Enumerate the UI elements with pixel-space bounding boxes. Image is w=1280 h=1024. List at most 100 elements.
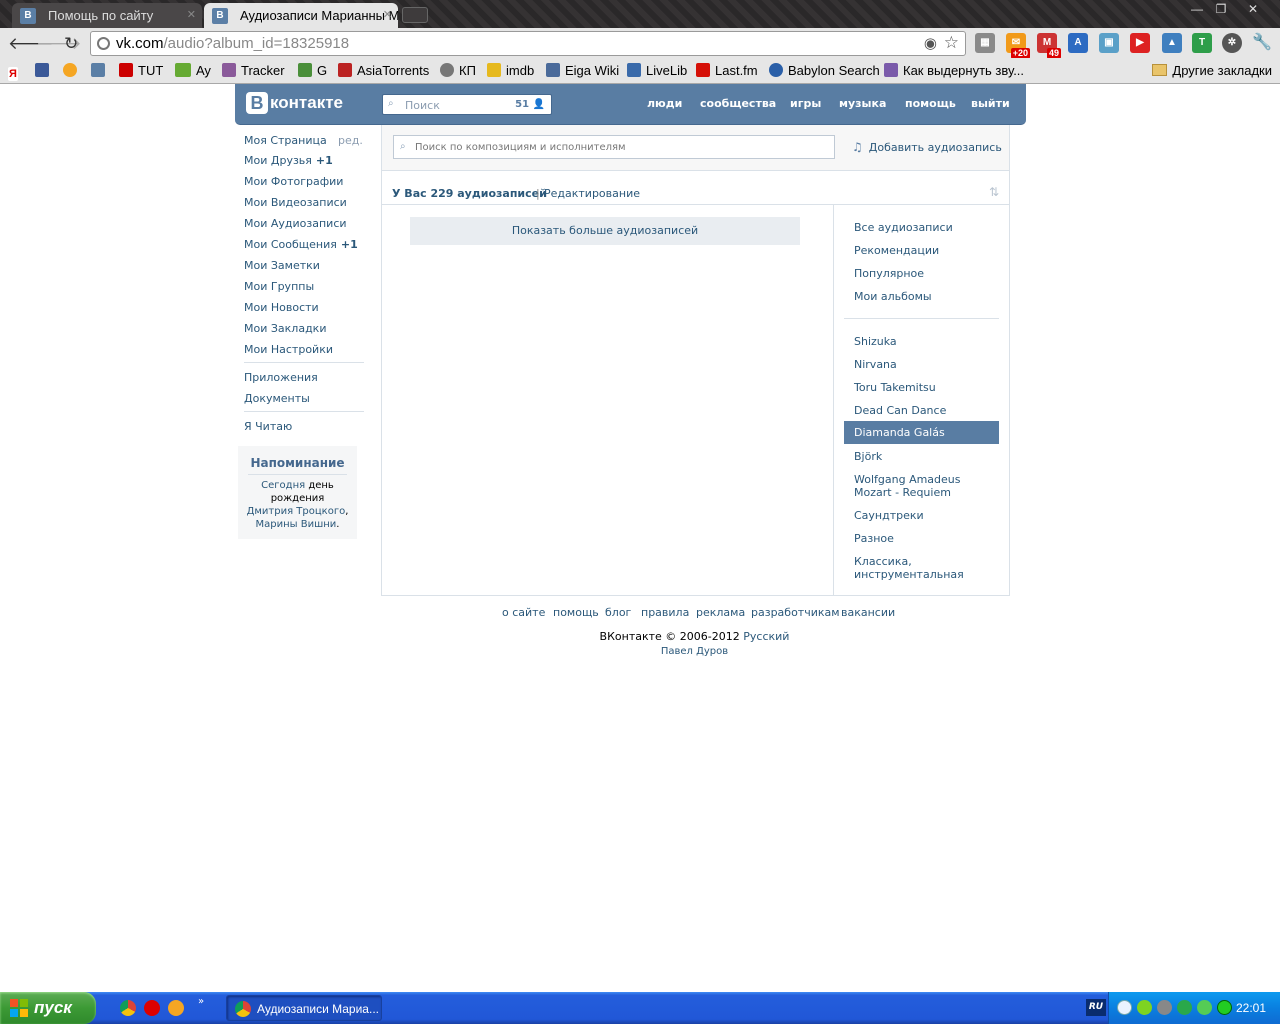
show-more-button[interactable]: Показать больше аудиозаписей	[410, 217, 800, 245]
utorrent-icon[interactable]	[1197, 1000, 1212, 1015]
bookmark-vk[interactable]	[91, 63, 110, 78]
menu-my-videos[interactable]: Мои Видеозаписи	[244, 196, 347, 209]
bookmark-babylon[interactable]: Babylon Search	[769, 63, 880, 78]
reminder-friend-link-2[interactable]: Марины Вишни	[256, 519, 337, 530]
bookmark-g[interactable]: G	[298, 63, 327, 78]
start-button[interactable]: пуск	[0, 992, 96, 1024]
opera-icon[interactable]	[144, 1000, 160, 1016]
mail-agent-icon[interactable]	[168, 1000, 184, 1016]
chevron-more-icon[interactable]: »	[198, 996, 204, 1007]
footer-developers[interactable]: разработчикам	[751, 606, 840, 619]
footer-jobs[interactable]: вакансии	[841, 606, 895, 619]
nav-communities[interactable]: сообщества	[700, 97, 776, 110]
bookmark-tracker[interactable]: Tracker	[222, 63, 285, 78]
nav-games[interactable]: игры	[790, 97, 821, 110]
vk-logo[interactable]: Вконтакте	[246, 92, 343, 114]
mail-extension-icon[interactable]: ✉ +20	[1006, 33, 1030, 59]
section-recommendations[interactable]: Рекомендации	[854, 244, 939, 257]
footer-about[interactable]: о сайте	[502, 606, 545, 619]
bookmark-lastfm[interactable]: Last.fm	[696, 63, 758, 78]
album-item[interactable]: Wolfgang Amadeus Mozart - Requiem	[854, 473, 999, 499]
other-bookmarks[interactable]: Другие закладки	[1152, 63, 1272, 78]
youtube-extension-icon[interactable]: ▶	[1130, 33, 1150, 53]
vk-search-input[interactable]: ⌕ Поиск 51 👤	[382, 94, 552, 115]
bookmark-asiatorrents[interactable]: AsiaTorrents	[338, 63, 429, 78]
browser-tab-audio[interactable]: В Аудиозаписи Марианны М ✕	[204, 3, 398, 28]
nav-logout[interactable]: выйти	[971, 97, 1010, 110]
author-link[interactable]: Павел Дуров	[0, 646, 1280, 657]
add-audio-button[interactable]: ♫ Добавить аудиозапись	[852, 140, 1002, 154]
album-item-selected[interactable]: Diamanda Galás	[844, 421, 999, 444]
status-icon[interactable]	[1217, 1000, 1232, 1015]
album-item[interactable]: Björk	[854, 450, 882, 463]
menu-my-photos[interactable]: Мои Фотографии	[244, 175, 343, 188]
album-item[interactable]: Классика, инструментальная	[854, 555, 974, 581]
album-item[interactable]: Dead Can Dance	[854, 404, 946, 417]
menu-documents[interactable]: Документы	[244, 392, 310, 405]
footer-help[interactable]: помощь	[553, 606, 599, 619]
lightbulb-icon[interactable]: ◉	[924, 34, 937, 52]
section-popular[interactable]: Популярное	[854, 267, 924, 280]
album-item[interactable]: Саундтреки	[854, 509, 924, 522]
section-all-audio[interactable]: Все аудиозаписи	[854, 221, 953, 234]
album-item[interactable]: Shizuka	[854, 335, 897, 348]
bookmark-ay[interactable]: Ay	[175, 63, 211, 78]
menu-apps[interactable]: Приложения	[244, 371, 318, 384]
network-icon[interactable]	[1177, 1000, 1192, 1015]
speaker-icon[interactable]	[1157, 1000, 1172, 1015]
menu-reading[interactable]: Я Читаю	[244, 420, 292, 433]
translate-extension-icon[interactable]: A	[1068, 33, 1088, 53]
nav-music[interactable]: музыка	[839, 97, 886, 110]
section-my-albums[interactable]: Мои альбомы	[854, 290, 932, 303]
bookmark-imdb[interactable]: imdb	[487, 63, 534, 78]
gmail-extension-icon[interactable]: M 49	[1037, 33, 1061, 59]
bookmark-tut[interactable]: TUT	[119, 63, 163, 78]
sort-arrows-icon[interactable]: ⇅	[989, 185, 999, 199]
edit-audio-link[interactable]: Редактирование	[544, 187, 640, 200]
icq-icon[interactable]	[1137, 1000, 1152, 1015]
footer-rules[interactable]: правила	[641, 606, 689, 619]
bookmark-mailru[interactable]	[63, 63, 82, 78]
footer-blog[interactable]: блог	[605, 606, 631, 619]
reminder-friend-link-1[interactable]: Дмитрия Троцкого	[247, 506, 346, 517]
nav-people[interactable]: люди	[647, 97, 682, 110]
film-reel-extension-icon[interactable]: ✲	[1222, 33, 1242, 53]
menu-my-groups[interactable]: Мои Группы	[244, 280, 314, 293]
new-tab-button[interactable]	[402, 7, 428, 23]
bookmark-facebook[interactable]	[35, 63, 54, 78]
reload-icon[interactable]: ↻	[64, 34, 78, 54]
language-link[interactable]: Русский	[743, 630, 789, 643]
grid-extension-icon[interactable]: ▦	[975, 33, 995, 53]
address-bar[interactable]: vk.com/audio?album_id=18325918 ◉ ☆	[90, 31, 966, 56]
menu-my-bookmarks[interactable]: Мои Закладки	[244, 322, 326, 335]
minimize-icon[interactable]: —	[1186, 2, 1208, 16]
audio-search-input[interactable]: ⌕ Поиск по композициям и исполнителям	[393, 135, 835, 159]
album-item[interactable]: Nirvana	[854, 358, 897, 371]
bookmark-yandex[interactable]: Я	[8, 63, 23, 81]
language-indicator[interactable]: RU	[1086, 999, 1106, 1016]
taskbar-window-chrome[interactable]: Аудиозаписи Мариа...	[226, 995, 382, 1021]
bookmark-kp[interactable]: КП	[440, 63, 476, 78]
bookmark-eiga[interactable]: Eiga Wiki	[546, 63, 619, 78]
menu-my-page[interactable]: Моя Страница	[244, 134, 327, 147]
bookmark-star-icon[interactable]: ☆	[944, 33, 959, 53]
online-friends-count[interactable]: 51 👤	[515, 99, 545, 110]
album-item[interactable]: Toru Takemitsu	[854, 381, 936, 394]
browser-tab-help[interactable]: В Помощь по сайту ✕	[12, 3, 202, 28]
menu-my-friends[interactable]: Мои Друзья +1	[244, 154, 333, 167]
footer-ads[interactable]: реклама	[696, 606, 745, 619]
t-extension-icon[interactable]: T	[1192, 33, 1212, 53]
nav-help[interactable]: помощь	[905, 97, 956, 110]
menu-my-messages[interactable]: Мои Сообщения +1	[244, 238, 358, 251]
album-item[interactable]: Разное	[854, 532, 894, 545]
close-window-icon[interactable]: ✕	[1242, 2, 1264, 16]
menu-edit-link[interactable]: ред.	[338, 134, 363, 147]
tray-arrow-icon[interactable]	[1117, 1000, 1132, 1015]
menu-my-news[interactable]: Мои Новости	[244, 301, 319, 314]
close-tab-icon[interactable]: ✕	[187, 8, 196, 21]
wrench-icon[interactable]: 🔧	[1252, 33, 1272, 53]
bookmark-livelib[interactable]: LiveLib	[627, 63, 687, 78]
reminder-today-link[interactable]: Сегодня	[261, 480, 305, 491]
bookmark-howto[interactable]: Как выдернуть зву...	[884, 63, 1024, 78]
screenshot-extension-icon[interactable]: ▣	[1099, 33, 1119, 53]
